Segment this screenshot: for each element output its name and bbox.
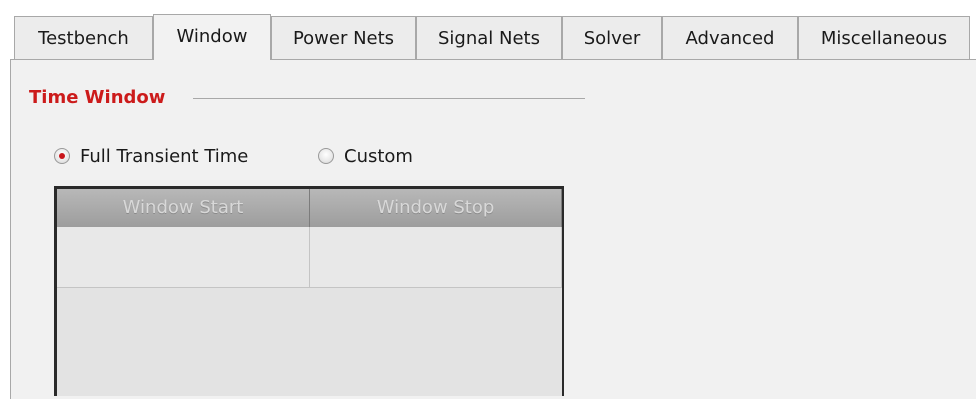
tab-solver[interactable]: Solver bbox=[562, 16, 662, 60]
tab-signal-nets[interactable]: Signal Nets bbox=[416, 16, 562, 60]
radio-unchecked-icon bbox=[318, 148, 334, 164]
tab-advanced[interactable]: Advanced bbox=[662, 16, 798, 60]
time-window-table: Window Start Window Stop bbox=[54, 186, 564, 396]
tab-window[interactable]: Window bbox=[153, 14, 271, 60]
tab-miscellaneous[interactable]: Miscellaneous bbox=[798, 16, 970, 60]
window-stop-cell[interactable] bbox=[310, 227, 562, 287]
tab-testbench[interactable]: Testbench bbox=[14, 16, 153, 60]
custom-radio[interactable]: Custom bbox=[318, 144, 413, 168]
table-header: Window Start Window Stop bbox=[57, 189, 562, 227]
full-transient-time-label: Full Transient Time bbox=[80, 145, 249, 167]
tab-power-nets[interactable]: Power Nets bbox=[271, 16, 416, 60]
column-header-window-start: Window Start bbox=[57, 189, 310, 227]
radio-checked-icon bbox=[54, 148, 70, 164]
full-transient-time-radio[interactable]: Full Transient Time bbox=[54, 144, 248, 168]
table-row bbox=[57, 227, 562, 288]
time-window-group-title: Time Window bbox=[29, 87, 166, 108]
group-divider bbox=[193, 98, 585, 99]
window-start-cell[interactable] bbox=[57, 227, 310, 287]
column-header-window-stop: Window Stop bbox=[310, 189, 562, 227]
tab-bar: Testbench Window Power Nets Signal Nets … bbox=[0, 0, 976, 64]
custom-label: Custom bbox=[344, 145, 413, 167]
